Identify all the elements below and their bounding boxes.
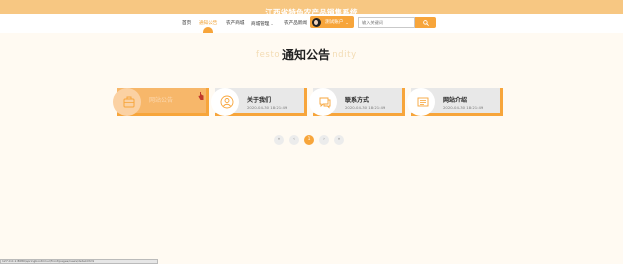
pagination-prev[interactable]: ‹ bbox=[289, 135, 299, 145]
chevron-down-icon: ⌄ bbox=[270, 21, 274, 26]
card-title: 网站介绍 bbox=[443, 97, 468, 104]
notice-card-contact[interactable]: 联系方式 2020-04-30 18:21:49 bbox=[309, 88, 405, 116]
avatar bbox=[312, 17, 321, 27]
pagination-next[interactable]: › bbox=[319, 135, 329, 145]
document-icon bbox=[417, 97, 429, 107]
briefcase-icon bbox=[123, 96, 135, 108]
user-name: 测试账户 bbox=[325, 20, 344, 25]
card-date: 2020-04-30 18:21:49 bbox=[345, 105, 386, 110]
card-date: 2020-04-30 18:21:49 bbox=[247, 105, 288, 110]
nav-item-home[interactable]: 首页 bbox=[182, 20, 191, 27]
card-date: 2020-04-30 18:21:49 bbox=[443, 105, 484, 110]
pagination-current-page[interactable]: 1 bbox=[304, 135, 314, 145]
nav-item-news[interactable]: 农产品新闻 bbox=[284, 20, 307, 27]
chat-icon bbox=[319, 97, 331, 109]
active-nav-indicator bbox=[203, 27, 213, 33]
section-subtitle-right: ndity bbox=[332, 50, 357, 60]
notice-card-site-intro[interactable]: 网站介绍 2020-04-30 18:21:49 bbox=[407, 88, 503, 116]
user-icon bbox=[220, 95, 234, 109]
nav-item-notices[interactable]: 通知公告 bbox=[199, 20, 217, 27]
chevron-down-icon: ⌄ bbox=[345, 19, 349, 25]
hand-cursor-icon bbox=[198, 92, 204, 100]
card-title: 联系方式 bbox=[345, 97, 370, 104]
section-subtitle-left: festo bbox=[256, 50, 281, 60]
search-icon bbox=[422, 19, 429, 26]
top-banner: 江西省特色农产品销售系统 bbox=[0, 0, 623, 17]
pagination-last[interactable]: » bbox=[334, 135, 344, 145]
notice-card-site-announcement[interactable]: 网站公告 bbox=[113, 88, 209, 116]
pagination-first[interactable]: « bbox=[274, 135, 284, 145]
card-title: 关于我们 bbox=[247, 97, 272, 104]
user-menu-button[interactable]: 测试账户 ⌄ bbox=[310, 16, 354, 28]
card-title: 网站公告 bbox=[149, 97, 174, 104]
nav-item-shop[interactable]: 农产商城 bbox=[226, 20, 244, 27]
search-input[interactable] bbox=[358, 17, 415, 28]
notice-card-about-us[interactable]: 关于我们 2020-04-30 18:21:49 bbox=[211, 88, 307, 116]
nav-item-shop-management-label: 商城管理 bbox=[251, 22, 270, 27]
search-button[interactable] bbox=[415, 17, 436, 28]
browser-status-bar: 127.0.0.1:8080/springbootm1ur/front/page… bbox=[0, 259, 158, 264]
page-title: 通知公告 bbox=[282, 48, 331, 62]
nav-item-shop-management[interactable]: 商城管理⌄ bbox=[251, 20, 274, 28]
